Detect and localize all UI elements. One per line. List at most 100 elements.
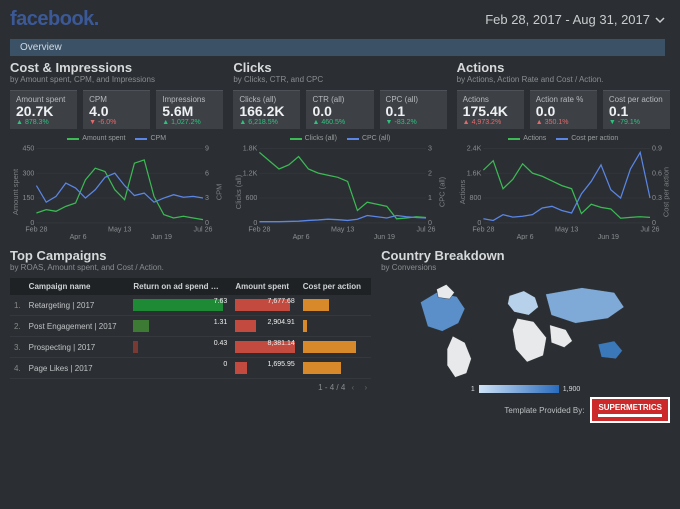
arrow-down-icon: ▼ (89, 119, 96, 126)
column-header[interactable] (10, 278, 25, 295)
panel-title: Actions (457, 60, 670, 75)
svg-text:1.8K: 1.8K (243, 144, 258, 152)
arrow-up-icon: ▲ (536, 119, 543, 126)
tile-cost-per-action: Cost per action 0.1 ▼-79.1% (603, 90, 670, 129)
panel-actions: Actions by Actions, Action Rate and Cost… (457, 60, 670, 240)
panel-title: Clicks (233, 60, 446, 75)
legend-actions: Actions (508, 135, 546, 142)
table-row[interactable]: 3.Prospecting | 20170.438,381.14 (10, 337, 371, 358)
svg-text:600: 600 (246, 193, 258, 202)
svg-text:Apr 6: Apr 6 (293, 232, 310, 240)
arrow-down-icon: ▼ (386, 119, 393, 126)
country-sub: by Conversions (381, 263, 670, 272)
map-legend: 1 1,900 (381, 385, 670, 393)
svg-text:0.3: 0.3 (652, 193, 662, 202)
svg-text:May 13: May 13 (555, 225, 578, 234)
table-row[interactable]: 2.Post Engagement | 20171.312,904.91 (10, 316, 371, 337)
svg-text:Actions: Actions (458, 180, 467, 205)
panel-subtitle: by Actions, Action Rate and Cost / Actio… (457, 75, 670, 84)
legend-cost-per-action: Cost per action (556, 135, 618, 142)
svg-text:0.6: 0.6 (652, 169, 662, 178)
pager-prev[interactable]: ‹ (348, 383, 359, 392)
table-row[interactable]: 1.Retargeting | 20177.637,677.68 (10, 295, 371, 316)
campaigns-table: Campaign nameReturn on ad spend …Amount … (10, 278, 371, 379)
legend-cpm: CPM (135, 135, 166, 142)
legend-clicks-all: Clicks (all) (290, 135, 337, 142)
tile-amount-spent: Amount spent 20.7K ▲878.3% (10, 90, 77, 129)
panel-title: Cost & Impressions (10, 60, 223, 75)
arrow-up-icon: ▲ (239, 119, 246, 126)
svg-text:6: 6 (205, 169, 209, 178)
top-campaigns-title: Top Campaigns (10, 248, 371, 263)
svg-text:3: 3 (205, 193, 209, 202)
tab-overview[interactable]: Overview (10, 39, 665, 56)
svg-text:Jul 26: Jul 26 (194, 225, 213, 234)
chart-cost-impressions: 01503004500369Feb 28Apr 6May 13Jun 19Jul… (10, 144, 223, 240)
arrow-down-icon: ▼ (609, 119, 616, 126)
tile-impressions: Impressions 5.6M ▲1,027.2% (156, 90, 223, 129)
svg-text:Jul 26: Jul 26 (417, 225, 436, 234)
svg-text:CPC (all): CPC (all) (438, 177, 447, 207)
panel-subtitle: by Clicks, CTR, and CPC (233, 75, 446, 84)
date-range-picker[interactable]: Feb 28, 2017 - Aug 31, 2017 (485, 12, 670, 27)
world-map[interactable] (381, 278, 670, 383)
svg-text:Apr 6: Apr 6 (70, 232, 87, 240)
legend-amount-spent: Amount spent (67, 135, 125, 142)
tile-clicks-all: Clicks (all) 166.2K ▲6,218.5% (233, 90, 300, 129)
svg-text:2: 2 (428, 169, 432, 178)
column-header[interactable]: Cost per action (299, 278, 371, 295)
panel-subtitle: by Amount spent, CPM, and Impressions (10, 75, 223, 84)
panel-top-campaigns: Top Campaigns by ROAS, Amount spent, and… (10, 248, 371, 423)
chart-clicks: 06001.2K1.8K0123Feb 28Apr 6May 13Jun 19J… (233, 144, 446, 240)
pager-next[interactable]: › (360, 383, 371, 392)
svg-text:150: 150 (23, 193, 35, 202)
logo: facebook. (10, 8, 99, 31)
svg-text:Clicks (all): Clicks (all) (235, 175, 244, 209)
svg-text:300: 300 (23, 169, 35, 178)
date-range-text: Feb 28, 2017 - Aug 31, 2017 (485, 12, 650, 27)
svg-text:1.2K: 1.2K (243, 169, 258, 178)
svg-text:1.6K: 1.6K (466, 169, 481, 178)
svg-text:Apr 6: Apr 6 (516, 232, 533, 240)
table-pager: 1 - 4 / 4 ‹ › (10, 383, 371, 392)
svg-text:Feb 28: Feb 28 (472, 225, 494, 234)
tile-cpc-all: CPC (all) 0.1 ▼-83.2% (380, 90, 447, 129)
arrow-up-icon: ▲ (162, 119, 169, 126)
panel-clicks: Clicks by Clicks, CTR, and CPC Clicks (a… (233, 60, 446, 240)
tile-ctr-all: CTR (all) 0.0 ▲460.5% (306, 90, 373, 129)
svg-text:Feb 28: Feb 28 (249, 225, 271, 234)
svg-text:Cost per action: Cost per action (661, 167, 670, 217)
table-row[interactable]: 4.Page Likes | 201701,695.95 (10, 358, 371, 379)
top-campaigns-sub: by ROAS, Amount spent, and Cost / Action… (10, 263, 371, 272)
chevron-down-icon (650, 14, 670, 26)
legend-cpc-all: CPC (all) (347, 135, 390, 142)
svg-text:Amount spent: Amount spent (11, 169, 20, 215)
arrow-up-icon: ▲ (312, 119, 319, 126)
tile-cpm: CPM 4.0 ▼-6.0% (83, 90, 150, 129)
svg-text:Jun 19: Jun 19 (151, 232, 172, 240)
panel-cost-impressions: Cost & Impressions by Amount spent, CPM,… (10, 60, 223, 240)
svg-text:Jun 19: Jun 19 (597, 232, 618, 240)
svg-text:May 13: May 13 (108, 225, 131, 234)
supermetrics-badge: SUPERMETRICS (590, 397, 670, 423)
svg-text:Feb 28: Feb 28 (25, 225, 47, 234)
svg-text:450: 450 (23, 144, 35, 152)
column-header[interactable]: Campaign name (25, 278, 130, 295)
chart-actions: 08001.6K2.4K00.30.60.9Feb 28Apr 6May 13J… (457, 144, 670, 240)
svg-text:9: 9 (205, 144, 209, 152)
column-header[interactable]: Amount spent (231, 278, 298, 295)
svg-text:Jul 26: Jul 26 (640, 225, 659, 234)
country-title: Country Breakdown (381, 248, 670, 263)
footer-text: Template Provided By: (504, 406, 584, 415)
map-legend-gradient (479, 385, 559, 393)
svg-text:1: 1 (428, 193, 432, 202)
panel-country-breakdown: Country Breakdown by Conversions (381, 248, 670, 423)
svg-text:800: 800 (469, 193, 481, 202)
arrow-up-icon: ▲ (16, 119, 23, 126)
svg-text:CPM: CPM (214, 184, 223, 201)
column-header[interactable]: Return on ad spend … (129, 278, 231, 295)
arrow-up-icon: ▲ (463, 119, 470, 126)
svg-text:Jun 19: Jun 19 (374, 232, 395, 240)
svg-text:0.9: 0.9 (652, 144, 662, 152)
svg-text:3: 3 (428, 144, 432, 152)
